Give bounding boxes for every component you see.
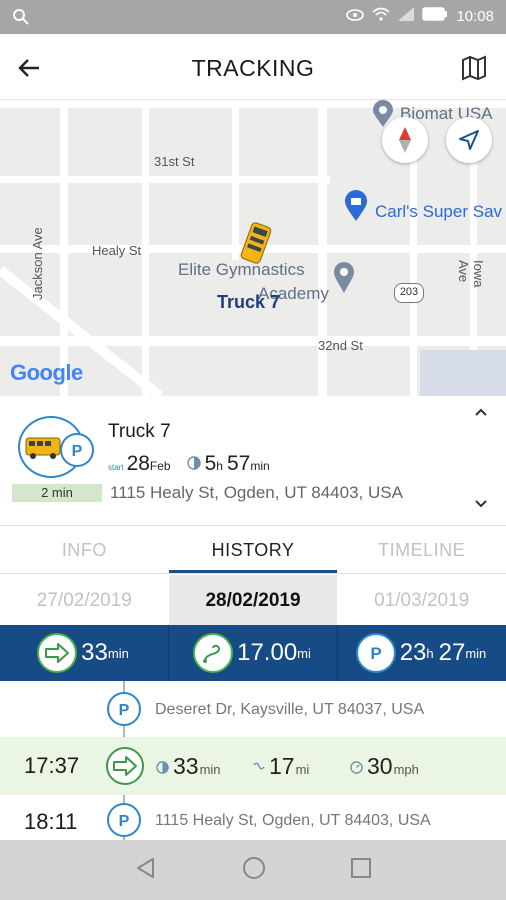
signal-icon <box>398 7 415 25</box>
svg-text:P: P <box>72 443 83 460</box>
unit-label: min <box>107 645 129 661</box>
stop-address: Deseret Dr, Kaysville, UT 84037, USA <box>155 701 425 718</box>
svg-text:P: P <box>119 813 130 830</box>
route-icon <box>193 633 234 673</box>
recents-square-icon[interactable] <box>350 857 372 884</box>
trip-duration: 33 min <box>156 753 221 780</box>
trip-speed: 30 mph <box>350 753 419 780</box>
timeline-stop-row[interactable]: P Deseret Dr, Kaysville, UT 84037, USA <box>0 689 506 729</box>
map-icon[interactable] <box>460 54 488 82</box>
truck-name: Truck 7 <box>108 421 171 442</box>
search-icon <box>12 8 30 31</box>
back-triangle-icon[interactable] <box>134 856 158 885</box>
truck-info-card[interactable]: P 2 min Truck 7 start 28 Feb 5 h 57 min … <box>0 396 506 526</box>
tab-info[interactable]: INFO <box>0 526 169 573</box>
svg-text:P: P <box>119 702 130 719</box>
parked-hours: 23 <box>399 639 427 666</box>
start-month: Feb <box>149 459 171 473</box>
unit-label: h <box>426 645 434 661</box>
date-next[interactable]: 01/03/2019 <box>337 575 506 625</box>
distance-value: 17.00 <box>237 639 298 666</box>
google-logo: Google <box>10 360 83 385</box>
unit-label: mi <box>295 762 310 777</box>
poi-pin-icon <box>332 260 356 299</box>
trip-distance: 17 mi <box>253 753 309 780</box>
route-icon <box>253 761 265 777</box>
map-view[interactable]: 31st St Healy St 32nd St Jackson Ave Iow… <box>0 100 506 396</box>
elapsed-hours: 5 <box>204 452 217 475</box>
summary-distance: 17.00 mi <box>169 625 338 681</box>
truck-address: 1115 Healy St, Ogden, UT 84403, USA <box>110 483 403 502</box>
drive-time-value: 33 <box>81 639 108 666</box>
timeline-trip-row[interactable]: 17:37 33 min 17 mi 30 mph <box>0 737 506 795</box>
parking-icon: P <box>107 803 141 837</box>
parking-icon: P <box>355 633 396 673</box>
unit-label: min <box>199 762 221 777</box>
map-truck-label: Truck 7 <box>217 292 281 312</box>
chevron-up-icon[interactable] <box>474 404 488 420</box>
tab-history[interactable]: HISTORY <box>168 526 338 573</box>
trip-start-time: 17:37 <box>24 753 80 778</box>
unit-label: h <box>216 459 223 473</box>
unit-label: min <box>250 459 270 473</box>
page-title: TRACKING <box>191 55 315 81</box>
date-selector: 27/02/2019 28/02/2019 01/03/2019 <box>0 575 506 625</box>
trip-duration-value: 33 <box>173 753 199 779</box>
tab-bar: INFO HISTORY TIMELINE <box>0 526 506 574</box>
compass-button[interactable] <box>382 117 428 163</box>
chevron-down-icon[interactable] <box>474 496 488 512</box>
start-day: 28 <box>126 452 150 475</box>
clock-text: 10:08 <box>456 7 494 25</box>
parking-icon: P <box>107 692 141 726</box>
locate-button[interactable] <box>446 117 492 163</box>
start-info: start 28 Feb 5 h 57 min <box>108 452 270 476</box>
route-shield: 203 <box>394 283 424 303</box>
elapsed-minutes: 57 <box>226 452 251 475</box>
shopping-pin-icon <box>343 190 369 227</box>
clock-icon <box>156 761 169 777</box>
unit-label: min <box>465 645 487 661</box>
street-label: Healy St <box>92 243 142 258</box>
start-tag: start <box>108 463 124 472</box>
street-label: 31st St <box>154 154 195 169</box>
stop-arrival-time: 18:11 <box>24 809 78 834</box>
poi-label: Carl's Super Sav <box>375 202 503 221</box>
history-timeline[interactable]: P Deseret Dr, Kaysville, UT 84037, USA 1… <box>0 681 506 840</box>
clock-icon <box>186 452 201 476</box>
street-label: Jackson Ave <box>30 227 45 300</box>
timeline-stop-row[interactable]: 18:11 P 1115 Healy St, Ogden, UT 84403, … <box>0 801 506 840</box>
parking-icon: P <box>60 433 94 467</box>
stop-duration-badge: 2 min <box>12 484 102 502</box>
eye-icon <box>346 8 365 25</box>
daily-summary-bar: 33 min 17.00 mi P 23 h 27 min <box>0 625 506 681</box>
parked-minutes: 27 <box>438 639 466 666</box>
street-label: 32nd St <box>318 338 363 353</box>
unit-label: mph <box>393 762 419 777</box>
svg-text:P: P <box>370 644 381 663</box>
street-label: Iowa Ave <box>456 260 486 288</box>
summary-parked-time: P 23 h 27 min <box>338 625 506 681</box>
system-nav-bar <box>0 840 506 900</box>
navigation-arrow-icon <box>459 130 479 150</box>
compass-icon <box>399 127 411 153</box>
school-bus-icon[interactable] <box>240 220 272 271</box>
drive-arrow-icon <box>106 747 144 785</box>
status-bar: 10:08 <box>0 0 506 34</box>
date-previous[interactable]: 27/02/2019 <box>0 575 169 625</box>
wifi-icon <box>372 7 390 25</box>
tab-timeline[interactable]: TIMELINE <box>337 526 506 573</box>
app-bar: TRACKING <box>0 34 506 100</box>
unit-label: mi <box>297 645 311 661</box>
battery-icon <box>422 7 448 25</box>
trip-distance-value: 17 <box>269 753 295 779</box>
home-circle-icon[interactable] <box>242 856 266 885</box>
summary-drive-time: 33 min <box>0 625 169 681</box>
trip-speed-value: 30 <box>367 753 393 779</box>
drive-arrow-icon <box>37 633 78 673</box>
date-current[interactable]: 28/02/2019 <box>168 575 338 625</box>
speedometer-icon <box>350 761 363 777</box>
stop-address: 1115 Healy St, Ogden, UT 84403, USA <box>155 812 431 829</box>
